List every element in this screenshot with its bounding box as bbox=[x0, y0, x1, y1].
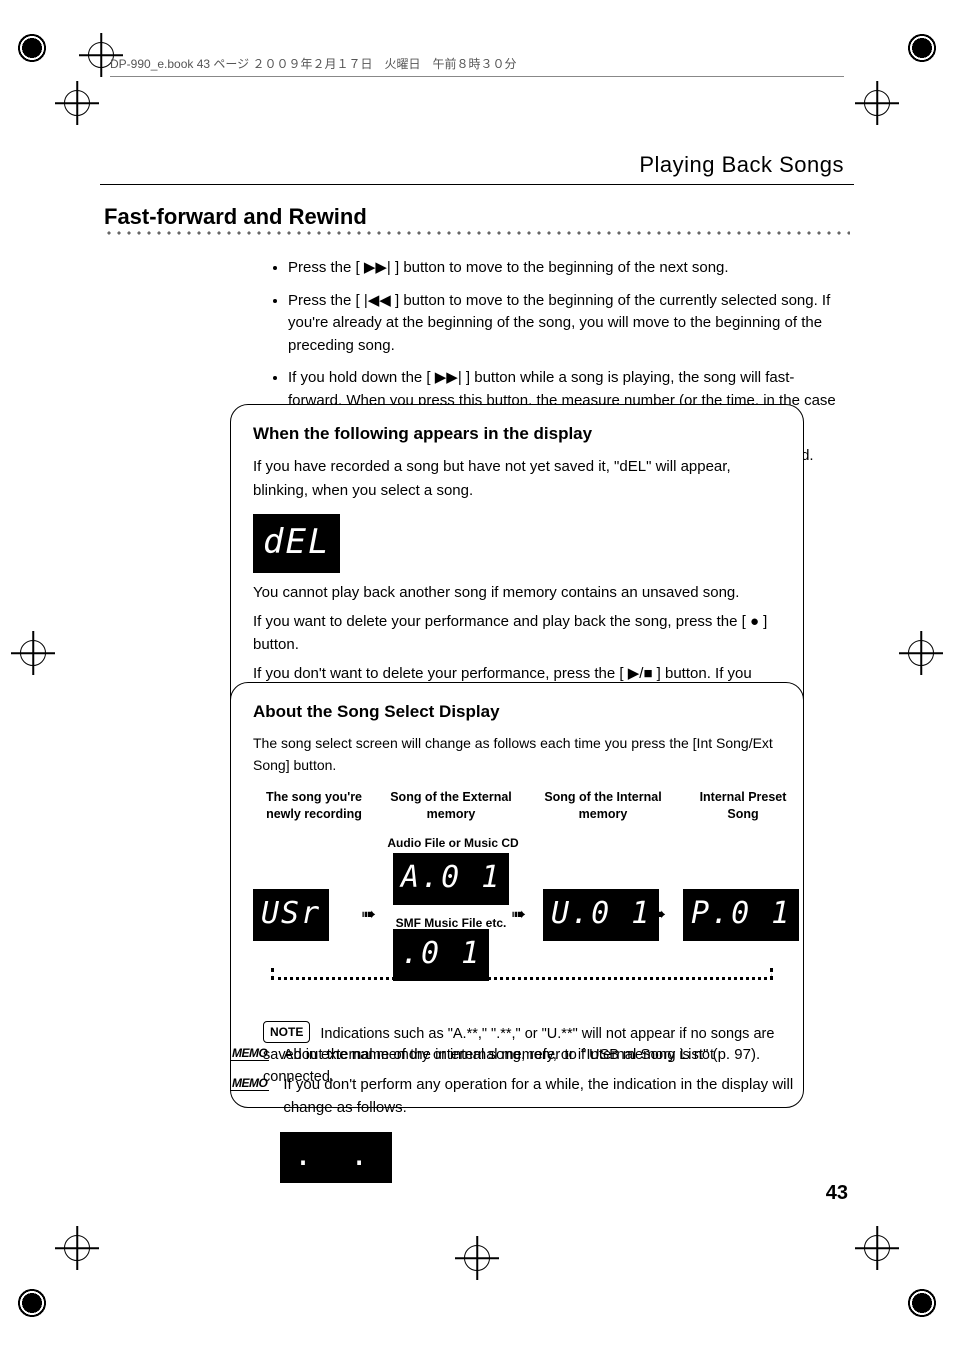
registration-mark-icon bbox=[12, 28, 52, 68]
diagram-sublabel: Audio File or Music CD bbox=[363, 835, 543, 851]
diagram-label: The song you're newly recording bbox=[249, 789, 379, 823]
memo-row: MEMO If you don't perform any operation … bbox=[230, 1074, 844, 1119]
body-text: If you have recorded a song but have not… bbox=[253, 455, 781, 502]
diagram-label: Song of the Internal memory bbox=[533, 789, 673, 823]
memo-text: About the name of the internal song, ref… bbox=[283, 1044, 844, 1067]
crop-mark-icon bbox=[908, 640, 934, 666]
list-item: Press the [ |◀◀ ] button to move to the … bbox=[288, 290, 844, 358]
body-text: The song select screen will change as fo… bbox=[253, 733, 781, 776]
crop-mark-icon bbox=[64, 90, 90, 116]
crop-mark-icon bbox=[864, 90, 890, 116]
lcd-display: A.0 1 bbox=[393, 853, 509, 906]
dashed-return-arrow bbox=[271, 977, 773, 980]
lcd-display-blank: . . bbox=[280, 1132, 392, 1183]
diagram-label: Internal Preset Song bbox=[693, 789, 793, 823]
lcd-display: .0 1 bbox=[393, 929, 489, 982]
arrow-right-icon: ➠ bbox=[511, 901, 526, 929]
divider bbox=[100, 184, 854, 185]
crop-mark-icon bbox=[464, 1245, 490, 1271]
list-item: Press the [ ▶▶| ] button to move to the … bbox=[288, 257, 844, 280]
registration-mark-icon bbox=[12, 1283, 52, 1323]
dotted-divider bbox=[104, 230, 850, 236]
lcd-display: U.0 1 bbox=[543, 889, 659, 942]
registration-mark-icon bbox=[902, 28, 942, 68]
lcd-display: USr bbox=[253, 889, 329, 942]
diagram-label: Song of the External memory bbox=[381, 789, 521, 823]
memo-row: MEMO About the name of the internal song… bbox=[230, 1044, 844, 1067]
print-header: DP-990_e.book 43 ページ ２００９年２月１７日 火曜日 午前８時… bbox=[110, 55, 844, 77]
lcd-display: P.0 1 bbox=[683, 889, 799, 942]
arrow-right-icon: ➠ bbox=[651, 901, 666, 929]
crop-mark-icon bbox=[20, 640, 46, 666]
manual-page: DP-990_e.book 43 ページ ２００９年２月１７日 火曜日 午前８時… bbox=[0, 0, 954, 1351]
registration-mark-icon bbox=[902, 1283, 942, 1323]
song-select-diagram: The song you're newly recording Song of … bbox=[253, 789, 781, 989]
memo-text: If you don't perform any operation for a… bbox=[283, 1074, 844, 1119]
crop-mark-icon bbox=[64, 1235, 90, 1261]
chapter-title: Playing Back Songs bbox=[639, 152, 844, 178]
arrow-right-icon: ➠ bbox=[361, 901, 376, 929]
body-text: If you want to delete your performance a… bbox=[253, 610, 781, 657]
memo-badge: MEMO bbox=[230, 1074, 269, 1091]
section-heading: Fast-forward and Rewind bbox=[104, 204, 367, 230]
body-text: You cannot play back another song if mem… bbox=[253, 581, 781, 604]
lcd-display-del: dEL bbox=[253, 514, 340, 573]
box-title: When the following appears in the displa… bbox=[253, 421, 781, 447]
note-badge: NOTE bbox=[263, 1021, 310, 1043]
page-number: 43 bbox=[826, 1182, 848, 1205]
box-title: About the Song Select Display bbox=[253, 699, 781, 725]
crop-mark-icon bbox=[864, 1235, 890, 1261]
memo-badge: MEMO bbox=[230, 1044, 269, 1061]
